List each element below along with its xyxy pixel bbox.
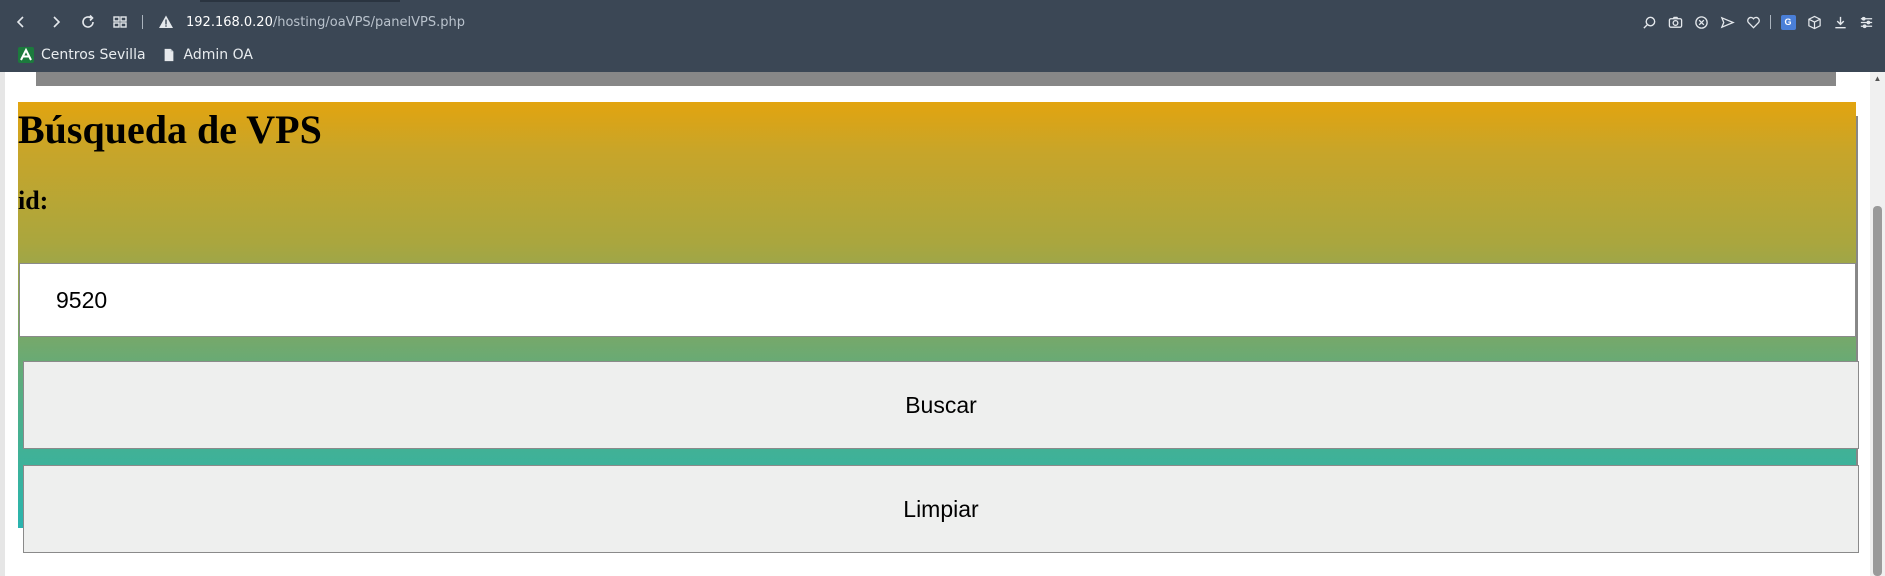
url-path: /hosting/oaVPS/panelVPS.php bbox=[272, 14, 465, 30]
search-button[interactable]: Buscar bbox=[23, 361, 1859, 449]
camera-icon[interactable] bbox=[1662, 6, 1688, 38]
browser-toolbar: 192.168.0.20/hosting/oaVPS/panelVPS.php … bbox=[0, 0, 1885, 72]
address-bar[interactable]: 192.168.0.20/hosting/oaVPS/panelVPS.php bbox=[158, 6, 465, 38]
reload-icon[interactable] bbox=[75, 6, 101, 38]
page-icon bbox=[161, 47, 177, 63]
bookmarks-bar: Centros Sevilla Admin OA bbox=[0, 40, 1885, 70]
cube-icon[interactable] bbox=[1801, 6, 1827, 38]
heart-icon[interactable] bbox=[1740, 6, 1766, 38]
panel-shadow-top bbox=[36, 72, 1836, 86]
toolbar-separator bbox=[142, 15, 143, 29]
clear-button[interactable]: Limpiar bbox=[23, 465, 1859, 553]
tabs-grid-icon[interactable] bbox=[107, 6, 133, 38]
scrollbar-thumb[interactable] bbox=[1873, 206, 1882, 576]
translate-icon[interactable]: G bbox=[1775, 6, 1801, 38]
id-input[interactable] bbox=[19, 263, 1856, 337]
bookmark-label: Centros Sevilla bbox=[41, 47, 146, 63]
url-host: 192.168.0.20 bbox=[186, 14, 273, 30]
download-icon[interactable] bbox=[1827, 6, 1853, 38]
page-edge bbox=[0, 72, 5, 576]
scroll-up-arrow-icon[interactable]: ▲ bbox=[1870, 72, 1885, 84]
send-icon[interactable] bbox=[1714, 6, 1740, 38]
adblock-icon[interactable] bbox=[1688, 6, 1714, 38]
bookmark-admin-oa[interactable]: Admin OA bbox=[161, 47, 253, 63]
bookmark-label: Admin OA bbox=[183, 47, 253, 63]
navigation-row: 192.168.0.20/hosting/oaVPS/panelVPS.php … bbox=[0, 6, 1885, 38]
id-label: id: bbox=[18, 186, 49, 215]
toolbar-icons: G bbox=[1636, 6, 1885, 38]
menu-icon[interactable] bbox=[1853, 6, 1879, 38]
andalucia-logo-icon bbox=[18, 47, 34, 63]
forward-icon[interactable] bbox=[43, 6, 69, 38]
toolbar-separator bbox=[1770, 15, 1771, 29]
page-viewport: Búsqueda de VPS id: Buscar Limpiar ▲ bbox=[0, 72, 1885, 576]
zoom-icon[interactable] bbox=[1636, 6, 1662, 38]
page-title: Búsqueda de VPS bbox=[18, 107, 322, 152]
back-icon[interactable] bbox=[8, 6, 34, 38]
warning-icon bbox=[159, 15, 173, 28]
bookmark-centros-sevilla[interactable]: Centros Sevilla bbox=[18, 47, 146, 63]
tab-accent bbox=[200, 0, 400, 2]
search-panel: Búsqueda de VPS id: Buscar Limpiar bbox=[18, 102, 1859, 553]
url-text[interactable]: 192.168.0.20/hosting/oaVPS/panelVPS.php bbox=[186, 15, 465, 30]
